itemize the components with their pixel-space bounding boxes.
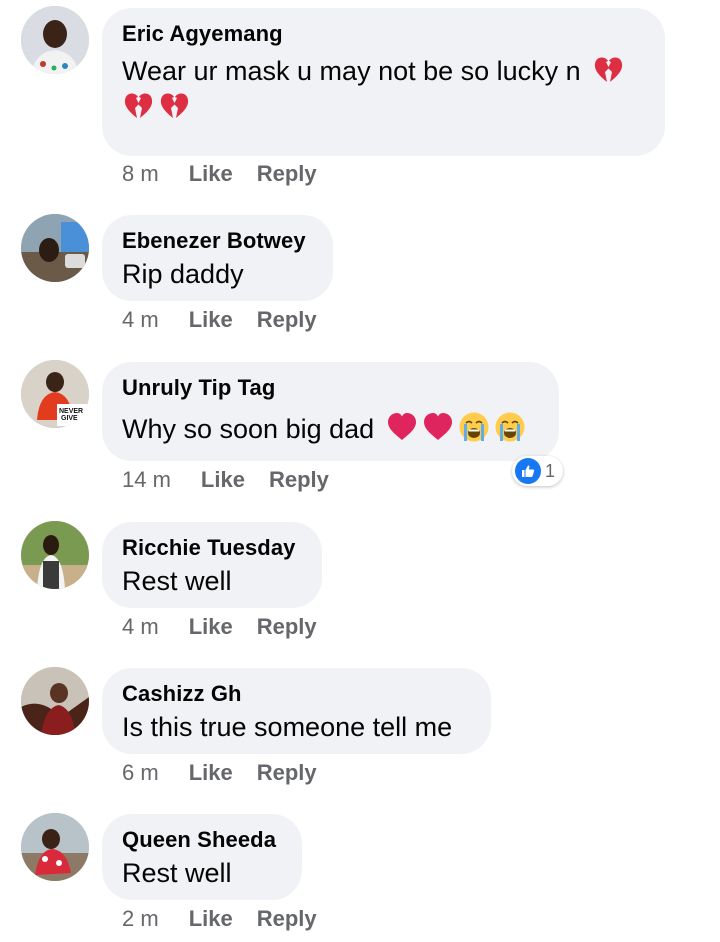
comment-author[interactable]: Ricchie Tuesday — [122, 535, 302, 561]
loudly-crying-face-icon — [494, 411, 526, 443]
reply-button[interactable]: Reply — [269, 467, 329, 493]
reply-button[interactable]: Reply — [257, 906, 317, 932]
comment-time: 4 m — [122, 307, 159, 332]
comment-meta: 4 m Like Reply — [122, 614, 341, 640]
svg-text:GIVE: GIVE — [61, 415, 78, 422]
reply-button[interactable]: Reply — [257, 614, 317, 640]
comment-text: Wear ur mask u may not be so lucky n — [122, 53, 645, 125]
comment-text: Rest well — [122, 566, 232, 596]
avatar[interactable] — [21, 6, 89, 74]
comment-author[interactable]: Queen Sheeda — [122, 827, 282, 853]
like-button[interactable]: Like — [189, 161, 233, 187]
broken-heart-icon — [158, 89, 190, 121]
like-button[interactable]: Like — [189, 307, 233, 333]
comment-time: 6 m — [122, 760, 159, 785]
comment-bubble: Cashizz Gh Is this true someone tell me — [102, 668, 491, 754]
comment-text: Why so soon big dad — [122, 411, 539, 447]
comment-bubble: Eric Agyemang Wear ur mask u may not be … — [102, 8, 665, 156]
comment-meta: 8 m Like Reply — [122, 161, 341, 187]
comment-time: 2 m — [122, 906, 159, 931]
like-button[interactable]: Like — [189, 614, 233, 640]
loudly-crying-face-icon — [458, 411, 490, 443]
comment-text-body: Why so soon big dad — [122, 414, 375, 444]
comment-bubble: Ricchie Tuesday Rest well — [102, 522, 322, 608]
reaction-count: 1 — [545, 460, 556, 481]
like-button[interactable]: Like — [189, 760, 233, 786]
avatar[interactable]: NEVER GIVE — [21, 360, 89, 428]
avatar[interactable] — [21, 813, 89, 881]
comment-meta: 2 m Like Reply — [122, 906, 341, 932]
comment-text: Rip daddy — [122, 259, 244, 289]
avatar[interactable] — [21, 667, 89, 735]
comment-text-body: Wear ur mask u may not be so lucky n — [122, 56, 581, 86]
comment-author[interactable]: Eric Agyemang — [122, 21, 645, 47]
comment-bubble: Queen Sheeda Rest well — [102, 814, 302, 900]
comment-meta: 14 m Like Reply — [122, 467, 353, 493]
avatar[interactable] — [21, 521, 89, 589]
svg-text:NEVER: NEVER — [59, 408, 83, 415]
comment-author[interactable]: Unruly Tip Tag — [122, 375, 539, 401]
broken-heart-icon — [122, 89, 154, 121]
reaction-summary[interactable]: 1 — [512, 456, 564, 486]
comment-meta: 6 m Like Reply — [122, 760, 341, 786]
broken-heart-icon — [592, 53, 624, 85]
comment-author[interactable]: Ebenezer Botwey — [122, 228, 313, 254]
avatar[interactable] — [21, 214, 89, 282]
like-button[interactable]: Like — [201, 467, 245, 493]
comment-time: 14 m — [122, 467, 171, 492]
reply-button[interactable]: Reply — [257, 307, 317, 333]
reply-button[interactable]: Reply — [257, 760, 317, 786]
red-heart-icon — [422, 411, 454, 443]
comment-time: 4 m — [122, 614, 159, 639]
comment-meta: 4 m Like Reply — [122, 307, 341, 333]
comment-text: Is this true someone tell me — [122, 712, 453, 742]
thumbs-up-icon — [515, 458, 541, 484]
like-button[interactable]: Like — [189, 906, 233, 932]
red-heart-icon — [386, 411, 418, 443]
reply-button[interactable]: Reply — [257, 161, 317, 187]
comment-time: 8 m — [122, 161, 159, 186]
comment-bubble: Unruly Tip Tag Why so soon big dad — [102, 362, 559, 461]
comment-text: Rest well — [122, 858, 232, 888]
comment-author[interactable]: Cashizz Gh — [122, 681, 471, 707]
comment-bubble: Ebenezer Botwey Rip daddy — [102, 215, 333, 301]
